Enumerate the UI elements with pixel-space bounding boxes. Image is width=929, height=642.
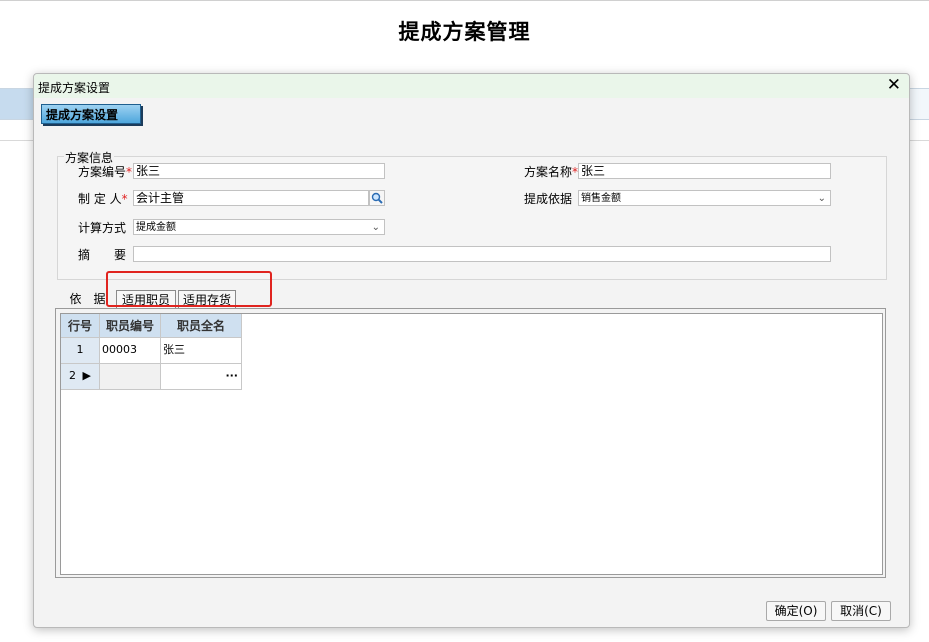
- dialog-titlebar: 提成方案设置 ✕: [34, 74, 909, 98]
- scheme-settings-header-button[interactable]: 提成方案设置: [41, 104, 141, 124]
- scheme-no-input[interactable]: 张三: [133, 163, 385, 179]
- column-header-emp-no[interactable]: 职员编号: [100, 314, 161, 338]
- calc-method-value: 提成金额: [136, 222, 176, 233]
- emp-name-cell[interactable]: 张三: [161, 338, 242, 364]
- tab-basis[interactable]: 依 据: [65, 290, 110, 308]
- row-number-cell[interactable]: 1: [61, 338, 100, 364]
- scheme-settings-dialog: 提成方案设置 ✕ 提成方案设置 方案信息 方案编号* 张三 方案名称* 张三 制…: [33, 73, 910, 628]
- current-row-arrow-icon: ▶: [82, 369, 91, 382]
- creator-input[interactable]: 会计主管: [133, 190, 369, 206]
- chevron-down-icon: ⌄: [371, 222, 380, 233]
- scheme-name-input[interactable]: 张三: [578, 163, 831, 179]
- search-icon: [371, 192, 383, 204]
- page-title: 提成方案管理: [398, 19, 531, 44]
- creator-label: 制 定 人*: [78, 192, 128, 206]
- background-tab-marker: [0, 89, 34, 119]
- emp-no-cell[interactable]: [100, 364, 161, 390]
- row-number: 2: [69, 369, 77, 382]
- lookup-button[interactable]: [369, 190, 385, 206]
- required-mark: *: [121, 192, 128, 206]
- required-mark: *: [126, 165, 133, 179]
- basis-label: 提成依据: [524, 192, 573, 206]
- cancel-button[interactable]: 取消(C): [831, 601, 891, 621]
- staff-grid-panel: 行号 职员编号 职员全名 1 00003 张三 2 ▶ ···: [55, 308, 886, 578]
- row-number-cell[interactable]: 2 ▶: [61, 364, 100, 390]
- dialog-title: 提成方案设置: [38, 81, 111, 95]
- emp-no-cell[interactable]: 00003: [100, 338, 161, 364]
- highlight-box: [106, 271, 272, 307]
- calc-method-label: 计算方式: [78, 221, 127, 235]
- ok-button[interactable]: 确定(O): [766, 601, 826, 621]
- emp-name-cell[interactable]: ···: [161, 364, 242, 390]
- scheme-name-label: 方案名称*: [524, 165, 579, 179]
- close-icon[interactable]: ✕: [887, 76, 901, 94]
- column-header-row-no[interactable]: 行号: [61, 314, 100, 338]
- basis-value: 销售金额: [581, 193, 621, 204]
- basis-select[interactable]: 销售金额 ⌄: [578, 190, 831, 206]
- staff-grid: 行号 职员编号 职员全名 1 00003 张三 2 ▶ ···: [60, 313, 883, 575]
- calc-method-select[interactable]: 提成金额 ⌄: [133, 219, 385, 235]
- summary-input[interactable]: [133, 246, 831, 262]
- column-header-emp-name[interactable]: 职员全名: [161, 314, 242, 338]
- summary-label: 摘 要: [78, 248, 127, 262]
- ellipsis-icon[interactable]: ···: [225, 364, 238, 388]
- scheme-no-label: 方案编号*: [78, 165, 133, 179]
- background-top-line: [0, 0, 929, 1]
- chevron-down-icon: ⌄: [817, 193, 826, 204]
